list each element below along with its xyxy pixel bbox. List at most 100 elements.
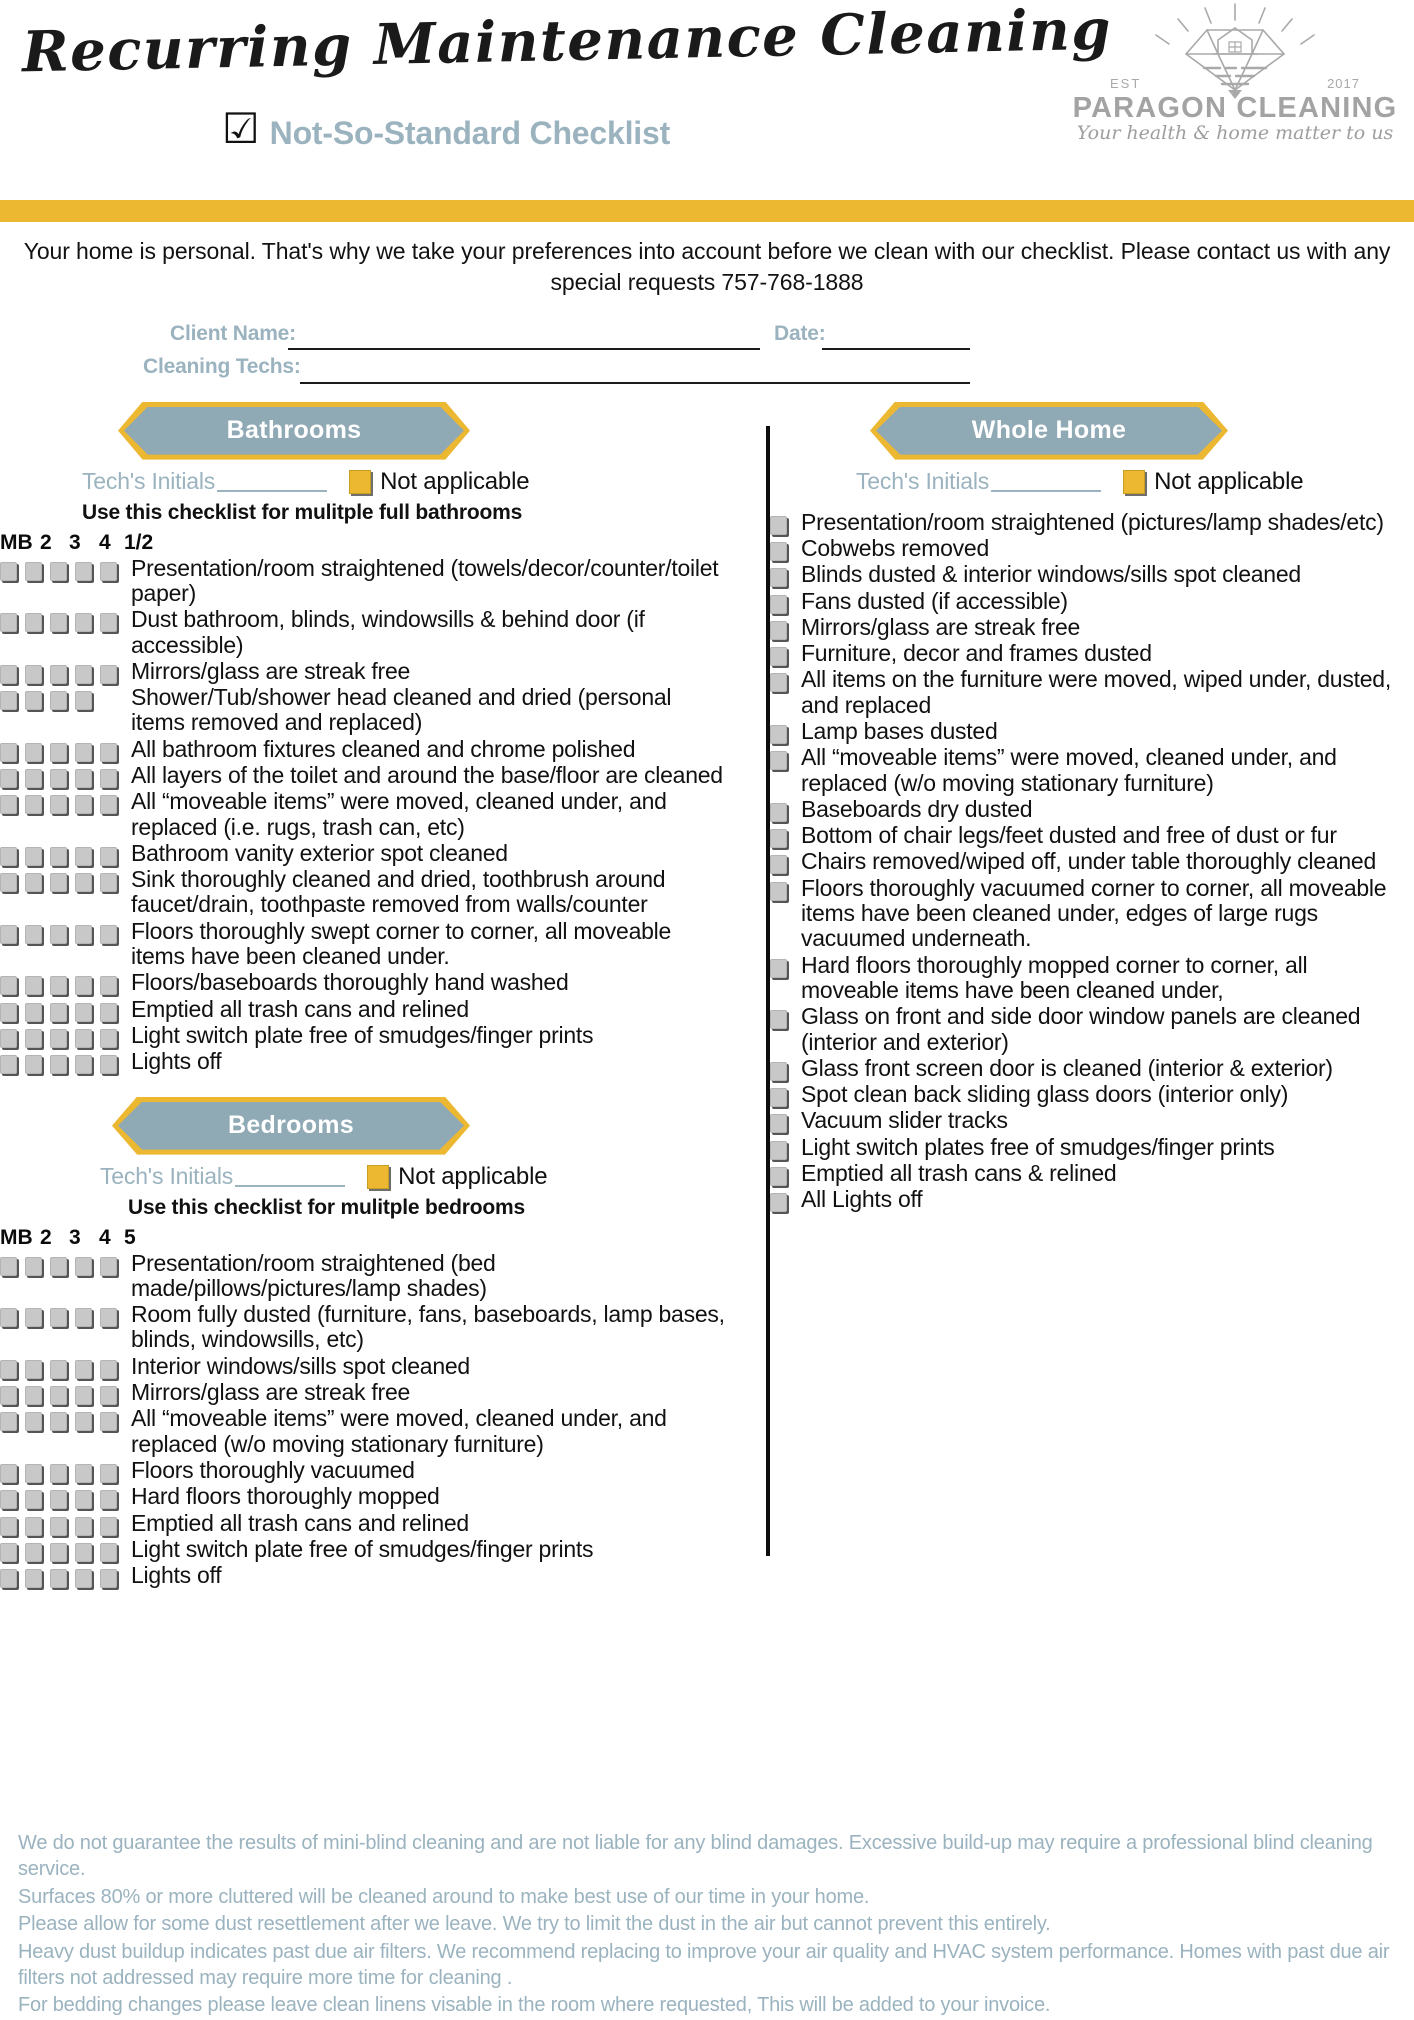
checkbox[interactable] [0, 664, 17, 684]
checkbox[interactable] [0, 613, 17, 633]
checkbox[interactable] [770, 855, 787, 875]
checkbox[interactable] [100, 795, 117, 815]
client-name-input[interactable] [288, 347, 760, 350]
checkbox[interactable] [0, 1308, 17, 1328]
checkbox[interactable] [25, 795, 42, 815]
checkbox[interactable] [770, 515, 787, 535]
checkbox[interactable] [770, 829, 787, 849]
checkbox[interactable] [25, 1463, 42, 1483]
checkbox[interactable] [770, 725, 787, 744]
checkbox[interactable] [770, 802, 787, 822]
checkbox[interactable] [75, 873, 92, 893]
checkbox[interactable] [25, 691, 42, 711]
date-input[interactable] [822, 347, 970, 350]
checkbox[interactable] [100, 1516, 117, 1536]
checkbox[interactable] [75, 795, 92, 815]
bathrooms-not-applicable-checkbox[interactable] [349, 469, 372, 494]
checkbox[interactable] [0, 1569, 17, 1589]
checkbox[interactable] [75, 1256, 92, 1276]
checkbox[interactable] [770, 594, 787, 614]
checkbox[interactable] [75, 1055, 92, 1075]
checkbox[interactable] [0, 1386, 17, 1406]
checkbox[interactable] [0, 561, 17, 581]
checkbox[interactable] [25, 561, 42, 581]
checkbox[interactable] [770, 1193, 787, 1213]
checkbox[interactable] [770, 1114, 787, 1134]
checkbox[interactable] [770, 751, 787, 771]
checkbox[interactable] [75, 664, 92, 684]
whole-home-not-applicable-checkbox[interactable] [1123, 469, 1146, 494]
checkbox[interactable] [75, 1542, 92, 1562]
checkbox[interactable] [770, 1061, 787, 1081]
checkbox[interactable] [100, 1002, 117, 1022]
cleaning-techs-input[interactable] [300, 381, 970, 384]
checkbox[interactable] [75, 1359, 92, 1379]
checkbox[interactable] [75, 769, 92, 788]
checkbox[interactable] [75, 691, 92, 711]
checkbox[interactable] [0, 1490, 17, 1510]
checkbox[interactable] [100, 1308, 117, 1328]
checkbox[interactable] [100, 561, 117, 581]
checkbox[interactable] [100, 1542, 117, 1562]
checkbox[interactable] [25, 1256, 42, 1276]
checkbox[interactable] [75, 1028, 92, 1048]
checkbox[interactable] [770, 541, 787, 561]
checkbox[interactable] [100, 873, 117, 893]
checkbox[interactable] [25, 1542, 42, 1562]
checkbox[interactable] [100, 613, 117, 633]
checkbox[interactable] [25, 1386, 42, 1406]
checkbox[interactable] [25, 1490, 42, 1510]
checkbox[interactable] [0, 769, 17, 788]
checkbox[interactable] [50, 1002, 67, 1022]
checkbox[interactable] [75, 846, 92, 866]
checkbox[interactable] [25, 976, 42, 996]
checkbox[interactable] [50, 1308, 67, 1328]
checkbox[interactable] [0, 795, 17, 815]
checkbox[interactable] [25, 1002, 42, 1022]
checkbox[interactable] [0, 1463, 17, 1483]
bedrooms-not-applicable-checkbox[interactable] [367, 1164, 390, 1189]
checkbox[interactable] [100, 769, 117, 788]
checkbox[interactable] [25, 1569, 42, 1589]
checkbox[interactable] [100, 1569, 117, 1589]
checkbox[interactable] [0, 1002, 17, 1022]
checkbox[interactable] [100, 1412, 117, 1432]
checkbox[interactable] [0, 1542, 17, 1562]
checkbox[interactable] [100, 742, 117, 762]
checkbox[interactable] [25, 1412, 42, 1432]
bathrooms-tech-initials-input[interactable] [217, 472, 328, 492]
checkbox[interactable] [0, 1359, 17, 1379]
checkbox[interactable] [25, 846, 42, 866]
checkbox[interactable] [25, 873, 42, 893]
checkbox[interactable] [0, 742, 17, 762]
checkbox[interactable] [25, 769, 42, 788]
checkbox[interactable] [0, 924, 17, 944]
checkbox[interactable] [100, 924, 117, 944]
checkbox[interactable] [25, 1055, 42, 1075]
checkbox[interactable] [100, 1359, 117, 1379]
checkbox[interactable] [0, 1412, 17, 1432]
bedrooms-tech-initials-input[interactable] [235, 1167, 346, 1187]
checkbox[interactable] [75, 742, 92, 762]
checkbox[interactable] [50, 1359, 67, 1379]
checkbox[interactable] [25, 1028, 42, 1048]
checkbox[interactable] [50, 846, 67, 866]
checkbox[interactable] [75, 1412, 92, 1432]
checkbox[interactable] [25, 742, 42, 762]
checkbox[interactable] [770, 673, 787, 693]
checkbox[interactable] [50, 1569, 67, 1589]
checkbox[interactable] [50, 561, 67, 581]
checkbox[interactable] [770, 881, 787, 901]
checkbox[interactable] [50, 976, 67, 996]
checkbox[interactable] [50, 1516, 67, 1536]
checkbox[interactable] [25, 924, 42, 944]
checkbox[interactable] [0, 1055, 17, 1075]
checkbox[interactable] [100, 664, 117, 684]
checkbox[interactable] [75, 1002, 92, 1022]
checkbox[interactable] [75, 1386, 92, 1406]
checkbox[interactable] [100, 1463, 117, 1483]
checkbox[interactable] [0, 691, 17, 711]
checkbox[interactable] [100, 1256, 117, 1276]
checkbox[interactable] [100, 1028, 117, 1048]
checkbox[interactable] [100, 1490, 117, 1510]
